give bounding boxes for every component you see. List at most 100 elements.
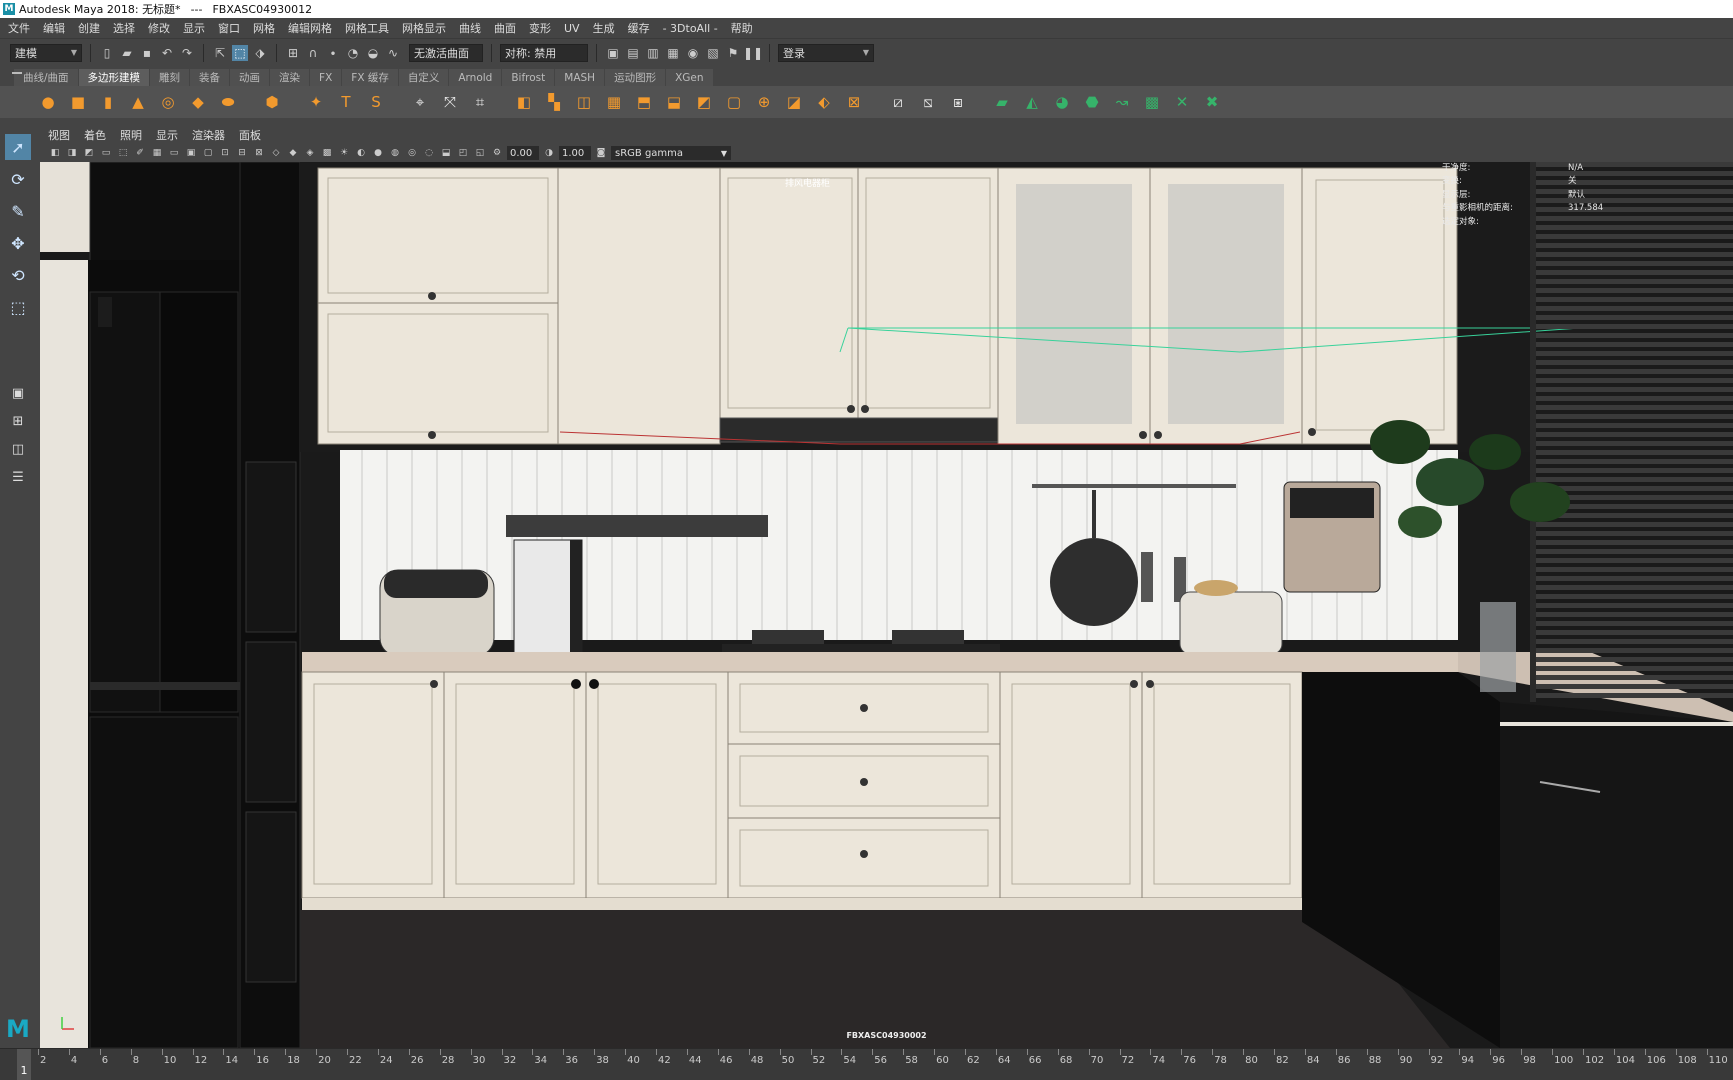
smooth-icon[interactable]: ▦ bbox=[602, 90, 626, 114]
arnold-render-icon[interactable]: ⚑ bbox=[725, 45, 741, 61]
shelf-tab[interactable]: FX bbox=[310, 69, 342, 86]
redo-icon[interactable]: ↷ bbox=[179, 45, 195, 61]
uv-checker-icon[interactable]: ▩ bbox=[1140, 90, 1164, 114]
exposure-field[interactable]: 0.00 bbox=[507, 146, 539, 160]
edge-loop-icon[interactable]: ⧄ bbox=[886, 90, 910, 114]
snap-grid-icon[interactable]: ⊞ bbox=[285, 45, 301, 61]
menu-item[interactable]: 编辑 bbox=[43, 20, 65, 36]
plane-icon[interactable]: ◆ bbox=[186, 90, 210, 114]
shelf-tab[interactable]: 曲线/曲面 bbox=[14, 69, 78, 86]
anti-aliasing-icon[interactable]: ◎ bbox=[405, 146, 419, 160]
extrude-icon[interactable]: ⬒ bbox=[632, 90, 656, 114]
resolution-gate-icon[interactable]: ▣ bbox=[184, 146, 198, 160]
menu-item[interactable]: 帮助 bbox=[731, 20, 753, 36]
menu-item[interactable]: 修改 bbox=[148, 20, 170, 36]
shadows-icon[interactable]: ◐ bbox=[354, 146, 368, 160]
scale-tool-icon[interactable]: ⬚ bbox=[5, 294, 31, 320]
super-shape-icon[interactable]: ✦ bbox=[304, 90, 328, 114]
platonic-icon[interactable]: ⬢ bbox=[260, 90, 284, 114]
panel-menu-item[interactable]: 显示 bbox=[156, 127, 178, 143]
color-management-icon[interactable]: ◙ bbox=[594, 146, 608, 160]
bridge-icon[interactable]: ⬓ bbox=[662, 90, 686, 114]
shelf-tab[interactable]: MASH bbox=[555, 69, 605, 86]
render-frame-icon[interactable]: ▣ bbox=[605, 45, 621, 61]
snap-live-icon[interactable]: ◒ bbox=[365, 45, 381, 61]
snap-options-icon[interactable]: ∿ bbox=[385, 45, 401, 61]
snap-view-plane-icon[interactable]: ◔ bbox=[345, 45, 361, 61]
xray-icon[interactable]: ◰ bbox=[456, 146, 470, 160]
save-scene-icon[interactable]: ▪ bbox=[139, 45, 155, 61]
separate-icon[interactable]: ▚ bbox=[542, 90, 566, 114]
shelf-tab[interactable]: XGen bbox=[666, 69, 713, 86]
bevel-icon[interactable]: ◩ bbox=[692, 90, 716, 114]
coordinate-icon[interactable]: ⌗ bbox=[468, 90, 492, 114]
panel-menu-item[interactable]: 照明 bbox=[120, 127, 142, 143]
uv-planar-icon[interactable]: ▰ bbox=[990, 90, 1014, 114]
panel-menu-item[interactable]: 渲染器 bbox=[192, 127, 225, 143]
gate-mask-icon[interactable]: ▢ bbox=[201, 146, 215, 160]
uv-scale-icon[interactable]: ⤧ bbox=[438, 90, 462, 114]
uv-cut-icon[interactable]: ✕ bbox=[1170, 90, 1194, 114]
insert-loop-icon[interactable]: ⧅ bbox=[916, 90, 940, 114]
uv-cylindrical-icon[interactable]: ◭ bbox=[1020, 90, 1044, 114]
menu-item[interactable]: 网格工具 bbox=[345, 20, 389, 36]
four-view-layout-icon[interactable]: ⊞ bbox=[6, 410, 30, 432]
combine-icon[interactable]: ◧ bbox=[512, 90, 536, 114]
exposure-icon[interactable]: ⚙ bbox=[490, 146, 504, 160]
torus-icon[interactable]: ◎ bbox=[156, 90, 180, 114]
time-slider[interactable]: 1 2 4 6 8 10 12 14 16 18 20 22 24 26 28 30 32 34 36 38 40 42… bbox=[0, 1048, 1733, 1080]
append-icon[interactable]: ⬖ bbox=[812, 90, 836, 114]
menu-item[interactable]: 生成 bbox=[593, 20, 615, 36]
image-plane-icon[interactable]: ▭ bbox=[99, 146, 113, 160]
offset-loop-icon[interactable]: ⧆ bbox=[946, 90, 970, 114]
rotate-tool-icon[interactable]: ⟲ bbox=[5, 262, 31, 288]
live-surface-field[interactable]: 无激活曲面 bbox=[409, 43, 483, 62]
gamma-icon[interactable]: ◑ bbox=[542, 146, 556, 160]
shelf-tab[interactable]: 自定义 bbox=[398, 69, 449, 86]
wireframe-icon[interactable]: ◇ bbox=[269, 146, 283, 160]
disc-icon[interactable]: ⬬ bbox=[216, 90, 240, 114]
perspective-viewport[interactable]: 背景:干净度:变换:显示层:与重影相机的距离:选定对象: 启用N/A关默认317… bbox=[40, 162, 1733, 1048]
select-object-icon[interactable]: ⬚ bbox=[232, 44, 248, 61]
panel-menu-item[interactable]: 面板 bbox=[239, 127, 261, 143]
cylinder-icon[interactable]: ▮ bbox=[96, 90, 120, 114]
undo-icon[interactable]: ↶ bbox=[159, 45, 175, 61]
select-component-icon[interactable]: ⬗ bbox=[252, 45, 268, 61]
render-settings-icon[interactable]: ▦ bbox=[665, 45, 681, 61]
shelf-menu-icon[interactable] bbox=[12, 72, 22, 80]
all-lights-icon[interactable]: ☀ bbox=[337, 146, 351, 160]
menu-item[interactable]: 文件 bbox=[8, 20, 30, 36]
ipr-render-icon[interactable]: ▥ bbox=[645, 45, 661, 61]
menu-item[interactable]: 网格 bbox=[253, 20, 275, 36]
snap-point-icon[interactable]: ∙ bbox=[325, 45, 341, 61]
cube-icon[interactable]: ■ bbox=[66, 90, 90, 114]
cone-icon[interactable]: ▲ bbox=[126, 90, 150, 114]
lasso-tool-icon[interactable]: ⟳ bbox=[5, 166, 31, 192]
single-perspective-layout-icon[interactable]: ▣ bbox=[6, 382, 30, 404]
shelf-tab[interactable]: 渲染 bbox=[270, 69, 310, 86]
shelf-tab[interactable]: 动画 bbox=[230, 69, 270, 86]
shelf-tab[interactable]: FX 缓存 bbox=[342, 69, 398, 86]
new-scene-icon[interactable]: ▯ bbox=[99, 45, 115, 61]
uv-auto-icon[interactable]: ⬣ bbox=[1080, 90, 1104, 114]
svg-icon[interactable]: S bbox=[364, 90, 388, 114]
measure-icon[interactable]: ⌖ bbox=[408, 90, 432, 114]
motion-blur-icon[interactable]: ◍ bbox=[388, 146, 402, 160]
shelf-tab[interactable]: 装备 bbox=[190, 69, 230, 86]
target-weld-icon[interactable]: ⊠ bbox=[842, 90, 866, 114]
menu-item[interactable]: 网格显示 bbox=[402, 20, 446, 36]
uv-spherical-icon[interactable]: ◕ bbox=[1050, 90, 1074, 114]
menu-item[interactable]: 窗口 bbox=[218, 20, 240, 36]
film-gate-icon[interactable]: ▭ bbox=[167, 146, 181, 160]
fill-hole-icon[interactable]: ▢ bbox=[722, 90, 746, 114]
current-frame-marker[interactable]: 1 bbox=[17, 1049, 31, 1080]
multi-cut-icon[interactable]: ⊕ bbox=[752, 90, 776, 114]
default-material-icon[interactable]: ◈ bbox=[303, 146, 317, 160]
depth-of-field-icon[interactable]: ◌ bbox=[422, 146, 436, 160]
2d-pan-zoom-icon[interactable]: ⬚ bbox=[116, 146, 130, 160]
xray-joints-icon[interactable]: ◱ bbox=[473, 146, 487, 160]
move-tool-icon[interactable]: ✥ bbox=[5, 230, 31, 256]
shelf-tab[interactable]: Bifrost bbox=[502, 69, 555, 86]
menu-item[interactable]: 创建 bbox=[78, 20, 100, 36]
menu-item[interactable]: 曲线 bbox=[459, 20, 481, 36]
